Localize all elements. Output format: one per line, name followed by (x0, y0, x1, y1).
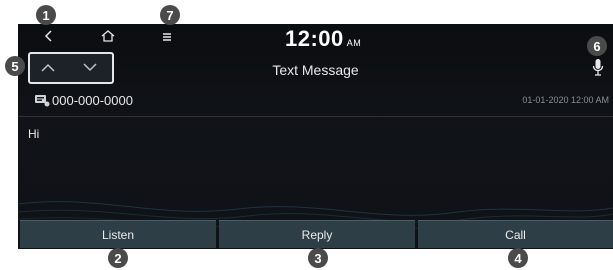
home-icon (101, 29, 115, 47)
reply-button[interactable]: Reply (219, 220, 415, 248)
home-button[interactable] (96, 28, 120, 48)
page-title: Text Message (272, 62, 359, 78)
callout-1: 1 (36, 5, 56, 25)
contact-card-icon (34, 93, 50, 107)
callout-7: 7 (160, 5, 180, 25)
sender-number: 000-000-0000 (52, 93, 133, 108)
voice-button[interactable] (587, 58, 609, 80)
listen-button[interactable]: Listen (20, 220, 216, 248)
clock-time: 12:00 (285, 26, 344, 51)
divider (18, 116, 613, 117)
callout-5: 5 (5, 56, 25, 76)
infotainment-screen: 12:00 AM Text Message 000-000-0000 01-01-… (18, 24, 613, 249)
microphone-icon (592, 58, 604, 81)
status-bar: 12:00 AM (18, 24, 613, 52)
callout-2: 2 (108, 248, 128, 268)
callout-4: 4 (508, 248, 528, 268)
menu-icon (162, 29, 172, 47)
sender-row: 000-000-0000 01-01-2020 12:00 AM (18, 89, 613, 115)
callout-3: 3 (308, 248, 328, 268)
back-button[interactable] (37, 28, 61, 48)
message-body: Hi (28, 127, 40, 141)
clock-ampm: AM (346, 38, 362, 48)
clock: 12:00 AM (285, 26, 361, 52)
call-button[interactable]: Call (418, 220, 613, 248)
message-timestamp: 01-01-2020 12:00 AM (522, 95, 609, 105)
callout-6: 6 (587, 36, 607, 56)
menu-button[interactable] (155, 28, 179, 48)
chevron-left-icon (44, 29, 54, 47)
